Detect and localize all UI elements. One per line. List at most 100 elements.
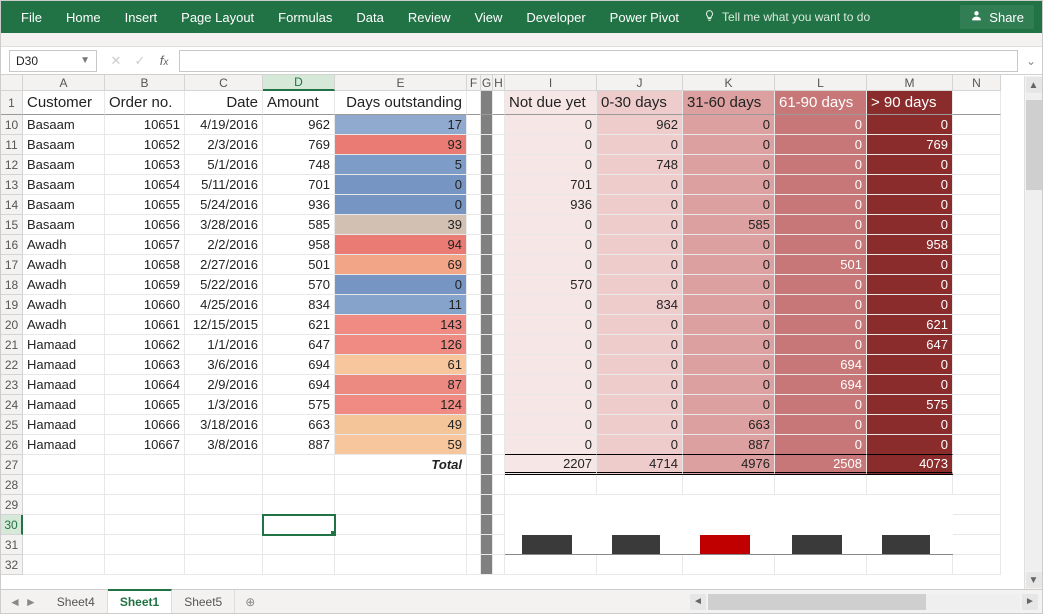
cell-D13[interactable]: 701 — [263, 175, 335, 195]
col-header-K[interactable]: K — [683, 75, 775, 91]
row-header-17[interactable]: 17 — [1, 255, 23, 275]
cell-F13[interactable] — [467, 175, 481, 195]
cell-F19[interactable] — [467, 295, 481, 315]
cell-N24[interactable] — [953, 395, 1001, 415]
header-cell-F[interactable] — [467, 91, 481, 115]
cell-M28[interactable] — [867, 475, 953, 495]
cell-D26[interactable]: 887 — [263, 435, 335, 455]
cell-L20[interactable]: 0 — [775, 315, 867, 335]
cell-J24[interactable]: 0 — [597, 395, 683, 415]
cell-B11[interactable]: 10652 — [105, 135, 185, 155]
cell-I23[interactable]: 0 — [505, 375, 597, 395]
cell-A10[interactable]: Basaam — [23, 115, 105, 135]
cell-D14[interactable]: 936 — [263, 195, 335, 215]
ribbon-tab-developer[interactable]: Developer — [514, 1, 597, 33]
scroll-up-button[interactable]: ▲ — [1026, 77, 1042, 93]
hscroll-track[interactable] — [708, 594, 1020, 610]
cell-L29[interactable] — [775, 495, 867, 515]
cell-M20[interactable]: 621 — [867, 315, 953, 335]
cell-A13[interactable]: Basaam — [23, 175, 105, 195]
cell-B13[interactable]: 10654 — [105, 175, 185, 195]
col-header-A[interactable]: A — [23, 75, 105, 91]
cell-H30[interactable] — [493, 515, 505, 535]
cell-C20[interactable]: 12/15/2015 — [185, 315, 263, 335]
header-cell-N[interactable] — [953, 91, 1001, 115]
horizontal-scrollbar[interactable]: ◄ ► — [682, 590, 1042, 613]
cell-C22[interactable]: 3/6/2016 — [185, 355, 263, 375]
cancel-formula-button[interactable]: ✕ — [107, 53, 125, 69]
cell-K21[interactable]: 0 — [683, 335, 775, 355]
cell-I31[interactable] — [505, 535, 597, 555]
header-cell-A[interactable]: Customer — [23, 91, 105, 115]
cell-B18[interactable]: 10659 — [105, 275, 185, 295]
cell-M30[interactable] — [867, 515, 953, 535]
cell-K22[interactable]: 0 — [683, 355, 775, 375]
cell-M10[interactable]: 0 — [867, 115, 953, 135]
cell-E15[interactable]: 39 — [335, 215, 467, 235]
cell-E31[interactable] — [335, 535, 467, 555]
col-header-H[interactable]: H — [493, 75, 505, 91]
cell-G14[interactable] — [481, 195, 493, 215]
row-header-22[interactable]: 22 — [1, 355, 23, 375]
sheet-tab-sheet1[interactable]: Sheet1 — [108, 589, 172, 613]
cell-H26[interactable] — [493, 435, 505, 455]
cell-N13[interactable] — [953, 175, 1001, 195]
cell-G16[interactable] — [481, 235, 493, 255]
row-header-20[interactable]: 20 — [1, 315, 23, 335]
cell-J10[interactable]: 962 — [597, 115, 683, 135]
cell-K19[interactable]: 0 — [683, 295, 775, 315]
cell-I14[interactable]: 936 — [505, 195, 597, 215]
col-header-G[interactable]: G — [481, 75, 493, 91]
cell-C12[interactable]: 5/1/2016 — [185, 155, 263, 175]
cell-C25[interactable]: 3/18/2016 — [185, 415, 263, 435]
cell-M15[interactable]: 0 — [867, 215, 953, 235]
cell-F16[interactable] — [467, 235, 481, 255]
cell-E24[interactable]: 124 — [335, 395, 467, 415]
cell-D30[interactable] — [263, 515, 335, 535]
cell-L22[interactable]: 694 — [775, 355, 867, 375]
cell-H17[interactable] — [493, 255, 505, 275]
cell-K26[interactable]: 887 — [683, 435, 775, 455]
cell-G24[interactable] — [481, 395, 493, 415]
cell-J21[interactable]: 0 — [597, 335, 683, 355]
col-header-F[interactable]: F — [467, 75, 481, 91]
cell-K30[interactable] — [683, 515, 775, 535]
cell-B20[interactable]: 10661 — [105, 315, 185, 335]
cell-K13[interactable]: 0 — [683, 175, 775, 195]
cell-C14[interactable]: 5/24/2016 — [185, 195, 263, 215]
cell-L31[interactable] — [775, 535, 867, 555]
cell-G20[interactable] — [481, 315, 493, 335]
cell-M25[interactable]: 0 — [867, 415, 953, 435]
cell-K31[interactable] — [683, 535, 775, 555]
row-header-12[interactable]: 12 — [1, 155, 23, 175]
cell-D31[interactable] — [263, 535, 335, 555]
cell-N16[interactable] — [953, 235, 1001, 255]
cell-G19[interactable] — [481, 295, 493, 315]
col-header-M[interactable]: M — [867, 75, 953, 91]
cell-K18[interactable]: 0 — [683, 275, 775, 295]
cell-G31[interactable] — [481, 535, 493, 555]
cell-J23[interactable]: 0 — [597, 375, 683, 395]
cell-I29[interactable] — [505, 495, 597, 515]
cell-D16[interactable]: 958 — [263, 235, 335, 255]
cell-J12[interactable]: 748 — [597, 155, 683, 175]
cell-C10[interactable]: 4/19/2016 — [185, 115, 263, 135]
row-header-15[interactable]: 15 — [1, 215, 23, 235]
cell-L21[interactable]: 0 — [775, 335, 867, 355]
worksheet-grid[interactable]: ABCDEFGHIJKLMN1CustomerOrder no.DateAmou… — [1, 75, 1042, 589]
cell-M12[interactable]: 0 — [867, 155, 953, 175]
cell-A25[interactable]: Hamaad — [23, 415, 105, 435]
cell-F20[interactable] — [467, 315, 481, 335]
cell-C29[interactable] — [185, 495, 263, 515]
cell-J26[interactable]: 0 — [597, 435, 683, 455]
cell-C28[interactable] — [185, 475, 263, 495]
cell-F22[interactable] — [467, 355, 481, 375]
cell-F30[interactable] — [467, 515, 481, 535]
hscroll-thumb[interactable] — [708, 594, 926, 610]
cell-L24[interactable]: 0 — [775, 395, 867, 415]
cell-N26[interactable] — [953, 435, 1001, 455]
scroll-left-button[interactable]: ◄ — [690, 594, 706, 610]
cell-A29[interactable] — [23, 495, 105, 515]
cell-G11[interactable] — [481, 135, 493, 155]
cell-D22[interactable]: 694 — [263, 355, 335, 375]
